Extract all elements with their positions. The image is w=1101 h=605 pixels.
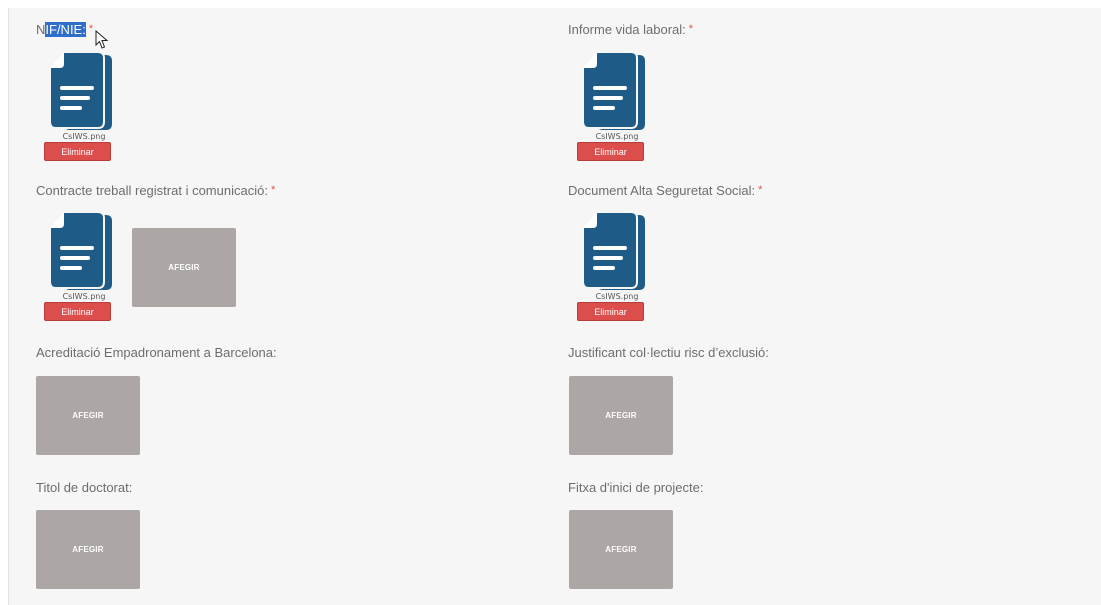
file-name: CsIWS.png — [62, 292, 106, 301]
document-file-icon — [49, 212, 112, 290]
file-name: CsIWS.png — [62, 132, 106, 141]
required-marker: * — [688, 23, 694, 35]
contracte-label-text: Contracte treball registrat i comunicaci… — [36, 183, 268, 198]
informe-label-text: Informe vida laboral: — [568, 22, 686, 37]
empadronament-label: Acreditació Empadronament a Barcelona: — [36, 345, 277, 360]
mouse-pointer-icon — [95, 30, 109, 49]
add-button[interactable]: AFEGIR — [569, 510, 673, 589]
add-button[interactable]: AFEGIR — [132, 228, 236, 307]
file-name: CsIWS.png — [595, 132, 639, 141]
delete-button[interactable]: Eliminar — [44, 142, 111, 161]
required-marker: * — [758, 184, 763, 196]
required-marker: * — [88, 23, 94, 35]
add-button[interactable]: AFEGIR — [36, 376, 140, 455]
delete-button[interactable]: Eliminar — [577, 142, 644, 161]
alta-label: Document Alta Seguretat Social: * — [568, 183, 762, 198]
document-file-icon — [582, 212, 645, 290]
add-button[interactable]: AFEGIR — [36, 510, 140, 589]
document-file-icon — [49, 52, 112, 130]
nif-label-selected: IF/NIE: — [45, 22, 86, 37]
alta-label-text: Document Alta Seguretat Social: — [568, 183, 756, 198]
justificant-label: Justificant col·lectiu risc d’exclusió: — [568, 345, 769, 360]
nif-label: NIF/NIE: * — [36, 22, 93, 37]
document-file-icon — [582, 52, 645, 130]
nif-label-prefix: N — [36, 22, 46, 37]
file-name: CsIWS.png — [595, 292, 639, 301]
delete-button[interactable]: Eliminar — [44, 302, 111, 321]
required-marker: * — [270, 184, 276, 196]
fitxa-label: Fitxa d'inici de projecte: — [568, 480, 704, 495]
informe-label: Informe vida laboral: * — [568, 22, 693, 37]
doctorat-label: Titol de doctorat: — [36, 480, 133, 495]
delete-button[interactable]: Eliminar — [577, 302, 644, 321]
add-button[interactable]: AFEGIR — [569, 376, 673, 455]
contracte-label: Contracte treball registrat i comunicaci… — [36, 183, 275, 198]
